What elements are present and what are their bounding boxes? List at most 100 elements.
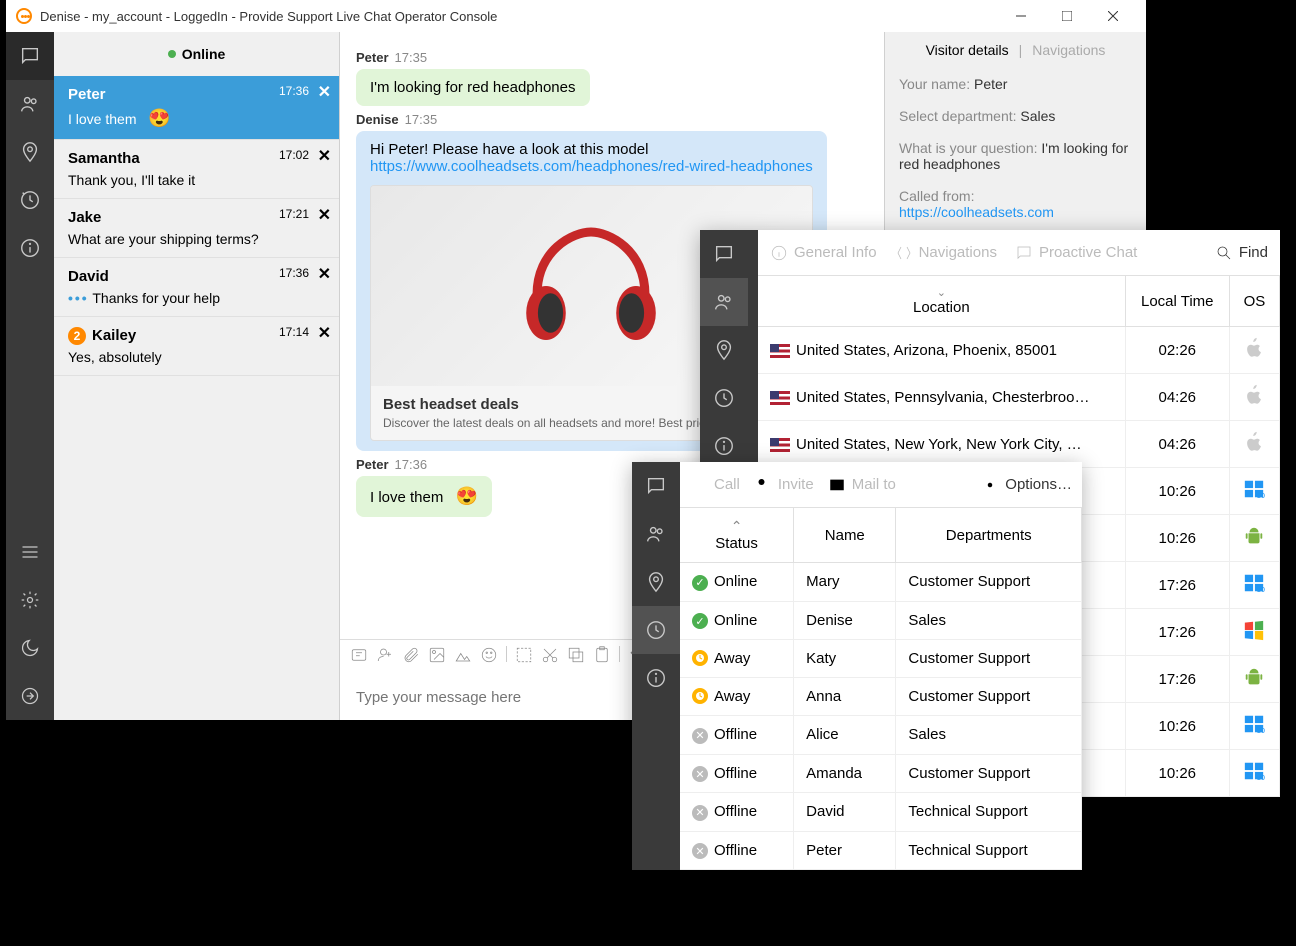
- info-icon[interactable]: [632, 654, 680, 702]
- mail-button[interactable]: Mail to: [828, 476, 896, 494]
- table-row[interactable]: United States, Arizona, Phoenix, 8500102…: [758, 327, 1280, 374]
- table-row[interactable]: ✓OnlineDeniseSales: [680, 601, 1082, 640]
- col-dept[interactable]: Departments: [896, 508, 1082, 563]
- tab-navigations[interactable]: Navigations: [1032, 42, 1105, 58]
- table-row[interactable]: ✕OfflinePeterTechnical Support: [680, 831, 1082, 870]
- svg-text:10: 10: [1257, 491, 1265, 500]
- canned-icon[interactable]: [350, 646, 368, 669]
- copy-icon[interactable]: [567, 646, 585, 669]
- table-row[interactable]: ✕OfflineAliceSales: [680, 716, 1082, 755]
- find-button[interactable]: Find: [1215, 244, 1268, 262]
- os-icon: [1229, 515, 1279, 562]
- os-icon: [1229, 374, 1279, 421]
- paste-icon[interactable]: [593, 646, 611, 669]
- tab-proactive-chat[interactable]: Proactive Chat: [1015, 244, 1137, 262]
- clock-icon[interactable]: [632, 606, 680, 654]
- location-icon[interactable]: [6, 128, 54, 176]
- people-icon[interactable]: [700, 278, 748, 326]
- col-location[interactable]: ⌄Location: [758, 276, 1125, 327]
- table-row[interactable]: ✕OfflineAmandaCustomer Support: [680, 754, 1082, 793]
- close-button[interactable]: [1090, 0, 1136, 32]
- operators-rail: [632, 462, 680, 870]
- tab-visitor-details[interactable]: Visitor details: [926, 42, 1009, 58]
- fullscreen-icon[interactable]: [515, 646, 533, 669]
- close-icon[interactable]: ✕: [318, 205, 331, 225]
- nav-rail: [6, 32, 54, 720]
- chat-icon[interactable]: [6, 32, 54, 80]
- operators-table: Status Name Departments ✓OnlineMaryCusto…: [680, 508, 1082, 870]
- minimize-button[interactable]: [998, 0, 1044, 32]
- close-icon[interactable]: ✕: [318, 82, 331, 102]
- clock-icon[interactable]: [6, 176, 54, 224]
- us-flag-icon: [770, 438, 790, 452]
- status-offline-icon: ✕: [692, 728, 708, 744]
- os-icon: [1229, 656, 1279, 703]
- conversation-item[interactable]: JakeWhat are your shipping terms?17:21✕: [54, 199, 339, 258]
- emoji-icon[interactable]: [480, 646, 498, 669]
- operator-status[interactable]: Online: [54, 32, 339, 76]
- operators-window: Call Invite Mail to Options… Status Name…: [632, 462, 1082, 870]
- status-away-icon: [692, 650, 708, 666]
- os-icon: 10: [1229, 562, 1279, 609]
- svg-text:10: 10: [1257, 726, 1265, 735]
- status-offline-icon: ✕: [692, 766, 708, 782]
- conversation-item[interactable]: SamanthaThank you, I'll take it17:02✕: [54, 140, 339, 199]
- table-row[interactable]: ✓OnlineMaryCustomer Support: [680, 563, 1082, 602]
- invite-button[interactable]: Invite: [754, 476, 814, 494]
- people-icon[interactable]: [6, 80, 54, 128]
- svg-text:10: 10: [1257, 773, 1265, 782]
- people-icon[interactable]: [632, 510, 680, 558]
- app-icon: [16, 8, 32, 24]
- table-row[interactable]: ✕OfflineDavidTechnical Support: [680, 793, 1082, 832]
- os-icon: [1229, 609, 1279, 656]
- call-button[interactable]: Call: [690, 476, 740, 494]
- conversation-item[interactable]: David••• Thanks for your help17:36✕: [54, 258, 339, 317]
- os-icon: 10: [1229, 468, 1279, 515]
- options-button[interactable]: Options…: [981, 476, 1072, 494]
- moon-icon[interactable]: [6, 624, 54, 672]
- table-row[interactable]: United States, Pennsylvania, Chesterbroo…: [758, 374, 1280, 421]
- add-user-icon[interactable]: [376, 646, 394, 669]
- location-icon[interactable]: [700, 326, 748, 374]
- svg-text:10: 10: [1257, 585, 1265, 594]
- conversation-item[interactable]: 2KaileyYes, absolutely17:14✕: [54, 317, 339, 376]
- landscape-icon[interactable]: [454, 646, 472, 669]
- close-icon[interactable]: ✕: [318, 146, 331, 166]
- col-localtime[interactable]: Local Time: [1125, 276, 1229, 327]
- info-icon[interactable]: [6, 224, 54, 272]
- chat-icon[interactable]: [700, 230, 748, 278]
- col-name[interactable]: Name: [794, 508, 896, 563]
- status-offline-icon: ✕: [692, 805, 708, 821]
- location-icon[interactable]: [632, 558, 680, 606]
- message-bubble: I love them 😍: [356, 476, 492, 517]
- cut-icon[interactable]: [541, 646, 559, 669]
- conversation-list: Online PeterI love them 😍17:36✕SamanthaT…: [54, 32, 340, 720]
- conversation-item[interactable]: PeterI love them 😍17:36✕: [54, 76, 339, 140]
- close-icon[interactable]: ✕: [318, 323, 331, 343]
- status-away-icon: [692, 688, 708, 704]
- image-icon[interactable]: [428, 646, 446, 669]
- gear-icon[interactable]: [6, 576, 54, 624]
- maximize-button[interactable]: [1044, 0, 1090, 32]
- chat-icon[interactable]: [632, 462, 680, 510]
- visitors-toolbar: General Info Navigations Proactive Chat …: [758, 230, 1280, 276]
- titlebar: Denise - my_account - LoggedIn - Provide…: [6, 0, 1146, 32]
- logout-icon[interactable]: [6, 672, 54, 720]
- table-row[interactable]: AwayAnnaCustomer Support: [680, 678, 1082, 716]
- window-title: Denise - my_account - LoggedIn - Provide…: [40, 9, 998, 24]
- message-link[interactable]: https://www.coolheadsets.com/headphones/…: [370, 158, 813, 175]
- table-row[interactable]: AwayKatyCustomer Support: [680, 640, 1082, 678]
- status-online-icon: ✓: [692, 575, 708, 591]
- tab-navigations[interactable]: Navigations: [895, 244, 997, 262]
- tab-general-info[interactable]: General Info: [770, 244, 877, 262]
- col-status[interactable]: Status: [680, 508, 794, 563]
- unread-badge: 2: [68, 327, 86, 345]
- us-flag-icon: [770, 391, 790, 405]
- clock-icon[interactable]: [700, 374, 748, 422]
- col-os[interactable]: OS: [1229, 276, 1279, 327]
- status-online-icon: ✓: [692, 613, 708, 629]
- attachment-icon[interactable]: [402, 646, 420, 669]
- table-row[interactable]: United States, New York, New York City, …: [758, 421, 1280, 468]
- close-icon[interactable]: ✕: [318, 264, 331, 284]
- menu-icon[interactable]: [6, 528, 54, 576]
